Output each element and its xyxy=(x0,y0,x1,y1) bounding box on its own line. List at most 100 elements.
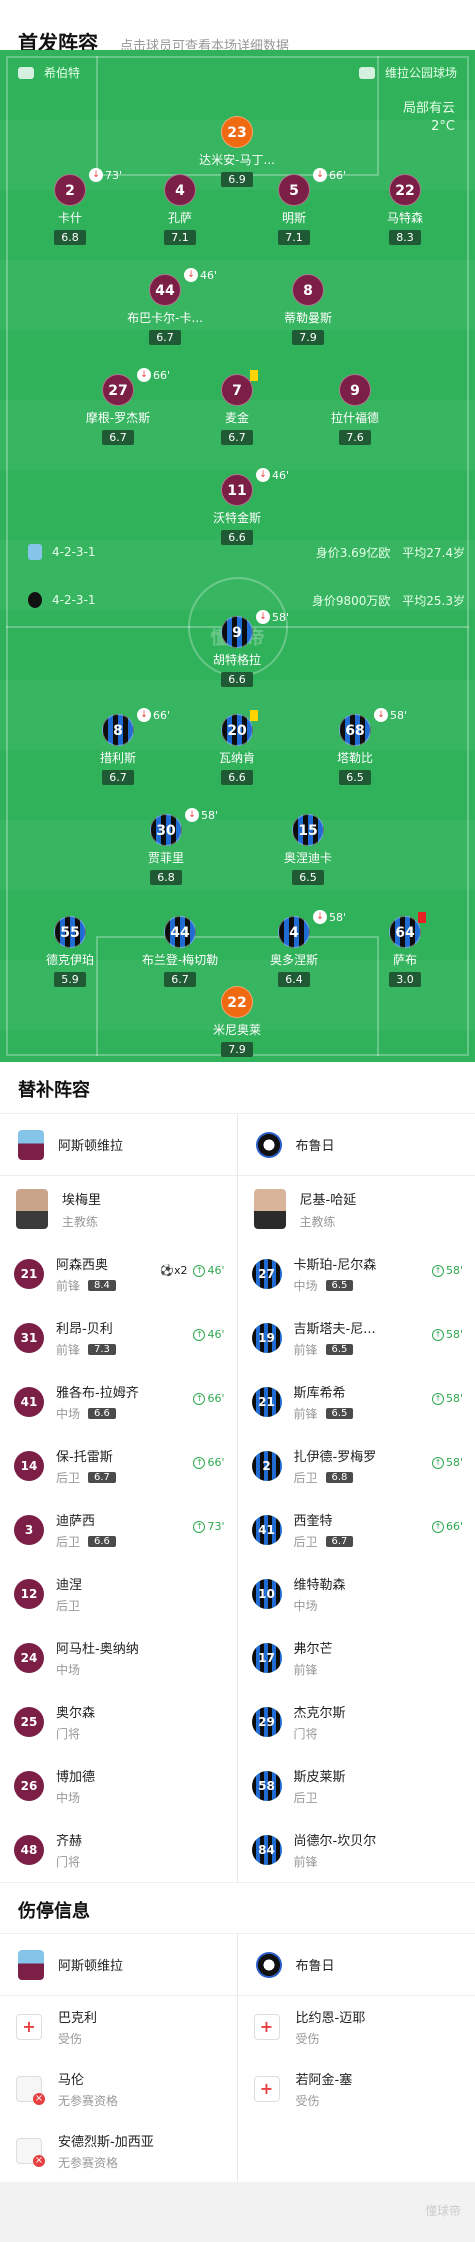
villa-formation-text: 4-2-3-1 xyxy=(52,545,96,559)
pitch-player[interactable]: 64萨布3.0 xyxy=(350,916,460,987)
medical-kit-icon xyxy=(254,2014,280,2040)
player-name: 阿马杜-奥纳纳 xyxy=(56,1638,139,1657)
pitch-player[interactable]: 44布巴卡尔-卡...6.7↓46' xyxy=(110,274,220,345)
player-name: 保-托雷斯 xyxy=(56,1446,116,1465)
sub-player-row[interactable]: 14保-托雷斯后卫6.7↑66' xyxy=(0,1434,237,1498)
injury-row[interactable]: 马伦无参赛资格 xyxy=(0,2058,237,2120)
sub-player-row[interactable]: 17弗尔芒前锋 xyxy=(238,1626,475,1690)
pitch-player[interactable]: 7麦金6.7 xyxy=(182,374,292,445)
pitch-player[interactable]: 68塔勒比6.5↓58' xyxy=(300,714,410,785)
pitch-player[interactable]: 11沃特金斯6.6↓46' xyxy=(182,474,292,545)
player-number: 21 xyxy=(14,1259,44,1289)
sub-player-row[interactable]: 10维特勒森中场 xyxy=(238,1562,475,1626)
sub-out-icon: ↓ xyxy=(256,468,270,482)
player-rating: 6.6 xyxy=(221,770,253,785)
pitch-player[interactable]: 8蒂勒曼斯7.9 xyxy=(253,274,363,345)
sub-player-row[interactable]: 41西奎特后卫6.7↑66' xyxy=(238,1498,475,1562)
player-position: 后卫 xyxy=(294,1533,318,1550)
injury-row[interactable]: 巴克利受伤 xyxy=(0,1996,237,2058)
player-name: 迪萨西 xyxy=(56,1510,116,1529)
injury-row[interactable]: 安德烈斯-加西亚无参赛资格 xyxy=(0,2120,237,2182)
player-name: 摩根-罗杰斯 xyxy=(63,409,173,426)
villa-injury-list: 巴克利受伤马伦无参赛资格安德烈斯-加西亚无参赛资格 xyxy=(0,1996,237,2182)
sub-player-row[interactable]: 2扎伊德-罗梅罗后卫6.8↑58' xyxy=(238,1434,475,1498)
red-card-icon xyxy=(418,912,426,923)
brugge-team-name: 布鲁日 xyxy=(296,1955,335,1974)
villa-coach[interactable]: 埃梅里 主教练 xyxy=(0,1176,237,1242)
pitch-player[interactable]: 27摩根-罗杰斯6.7↓66' xyxy=(63,374,173,445)
player-number: 12 xyxy=(14,1579,44,1609)
player-number: 41 xyxy=(252,1515,282,1545)
injury-row[interactable]: 若阿金-塞受伤 xyxy=(238,2058,475,2120)
sub-player-row[interactable]: 48齐赫门将 xyxy=(0,1818,237,1882)
suspension-icon xyxy=(16,2076,42,2102)
sub-player-row[interactable]: 41雅各布-拉姆齐中场6.6↑66' xyxy=(0,1370,237,1434)
sub-out-icon: ↓ xyxy=(184,268,198,282)
player-name: 西奎特 xyxy=(294,1510,354,1529)
sub-player-row[interactable]: 24阿马杜-奥纳纳中场 xyxy=(0,1626,237,1690)
pitch-player[interactable]: 4孔萨7.1 xyxy=(125,174,235,245)
pitch-player[interactable]: 9拉什福德7.6 xyxy=(300,374,410,445)
player-position: 中场 xyxy=(56,1405,80,1422)
sub-player-row[interactable]: 31利昂-贝利前锋7.3↑46' xyxy=(0,1306,237,1370)
sub-player-row[interactable]: 58斯皮莱斯后卫 xyxy=(238,1754,475,1818)
player-name: 卡什 xyxy=(15,209,125,226)
injuries-title: 伤停信息 xyxy=(0,1882,475,1934)
coach-name: 尼基-哈延 xyxy=(300,1189,357,1208)
pitch-player[interactable]: 2卡什6.8↓73' xyxy=(15,174,125,245)
pitch-player[interactable]: 20瓦纳肯6.6 xyxy=(182,714,292,785)
substituted-marker: ↓58' xyxy=(256,610,289,624)
pitch-player[interactable]: 55德克伊珀5.9 xyxy=(15,916,125,987)
player-rating: 7.1 xyxy=(278,230,310,245)
player-name: 杰克尔斯 xyxy=(294,1702,346,1721)
sub-minute: 66' xyxy=(329,169,346,182)
sub-player-row[interactable]: 21阿森西奥前锋8.4⚽x2↑46' xyxy=(0,1242,237,1306)
sub-player-row[interactable]: 84尚德尔-坎贝尔前锋 xyxy=(238,1818,475,1882)
sub-player-row[interactable]: 25奥尔森门将 xyxy=(0,1690,237,1754)
sub-player-row[interactable]: 29杰克尔斯门将 xyxy=(238,1690,475,1754)
player-number: 23 xyxy=(221,116,253,148)
player-rating: 6.4 xyxy=(278,972,310,987)
player-position: 后卫 xyxy=(294,1789,318,1806)
pitch-player[interactable]: 5明斯7.1↓66' xyxy=(239,174,349,245)
sub-player-row[interactable]: 26博加德中场 xyxy=(0,1754,237,1818)
player-number: 11 xyxy=(221,474,253,506)
sub-out-icon: ↓ xyxy=(313,168,327,182)
player-name: 孔萨 xyxy=(125,209,235,226)
injury-status: 无参赛资格 xyxy=(58,2154,154,2171)
pitch-player[interactable]: 22米尼奥莱7.9 xyxy=(182,986,292,1057)
pitch-player[interactable]: 44布兰登-梅切勒6.7 xyxy=(125,916,235,987)
pitch-player[interactable]: 15奥涅迪卡6.5 xyxy=(253,814,363,885)
player-rating: 6.6 xyxy=(88,1408,116,1419)
villa-team-name: 阿斯顿维拉 xyxy=(58,1955,123,1974)
brugge-coach[interactable]: 尼基-哈延 主教练 xyxy=(238,1176,475,1242)
player-name: 布兰登-梅切勒 xyxy=(125,951,235,968)
substituted-marker: ↓66' xyxy=(137,368,170,382)
pitch-player[interactable]: 9胡特格拉6.6↓58' xyxy=(182,616,292,687)
sub-minute: 66' xyxy=(153,369,170,382)
player-position: 门将 xyxy=(56,1725,80,1742)
sub-player-row[interactable]: 3迪萨西后卫6.6↑73' xyxy=(0,1498,237,1562)
villa-subs-team: 阿斯顿维拉 xyxy=(0,1114,237,1176)
sub-in-icon: ↑ xyxy=(193,1521,205,1533)
brugge-crest-icon xyxy=(28,592,42,608)
sub-out-icon: ↓ xyxy=(313,910,327,924)
pitch-player[interactable]: 4奥多涅斯6.4↓58' xyxy=(239,916,349,987)
injuries-columns: 阿斯顿维拉 巴克利受伤马伦无参赛资格安德烈斯-加西亚无参赛资格 布鲁日 比约恩-… xyxy=(0,1934,475,2182)
sub-out-icon: ↓ xyxy=(137,368,151,382)
sub-player-row[interactable]: 21斯库希希前锋6.5↑58' xyxy=(238,1370,475,1434)
sub-player-row[interactable]: 12迪涅后卫 xyxy=(0,1562,237,1626)
pitch-player[interactable]: 30贾菲里6.8↓58' xyxy=(111,814,221,885)
subs-title: 替补阵容 xyxy=(0,1062,475,1114)
player-number: 68 xyxy=(339,714,371,746)
player-rating: 7.1 xyxy=(164,230,196,245)
player-rating: 6.7 xyxy=(164,972,196,987)
injury-row[interactable]: 比约恩-迈耶受伤 xyxy=(238,1996,475,2058)
pitch-player[interactable]: 8措利斯6.7↓66' xyxy=(63,714,173,785)
pitch-player[interactable]: 22马特森8.3 xyxy=(350,174,460,245)
player-name: 斯库希希 xyxy=(294,1382,354,1401)
sub-in-marker: ↑66' xyxy=(432,1520,463,1533)
sub-player-row[interactable]: 27卡斯珀-尼尔森中场6.5↑58' xyxy=(238,1242,475,1306)
sub-player-row[interactable]: 19吉斯塔夫-尼...前锋6.5↑58' xyxy=(238,1306,475,1370)
sub-in-icon: ↑ xyxy=(193,1329,205,1341)
